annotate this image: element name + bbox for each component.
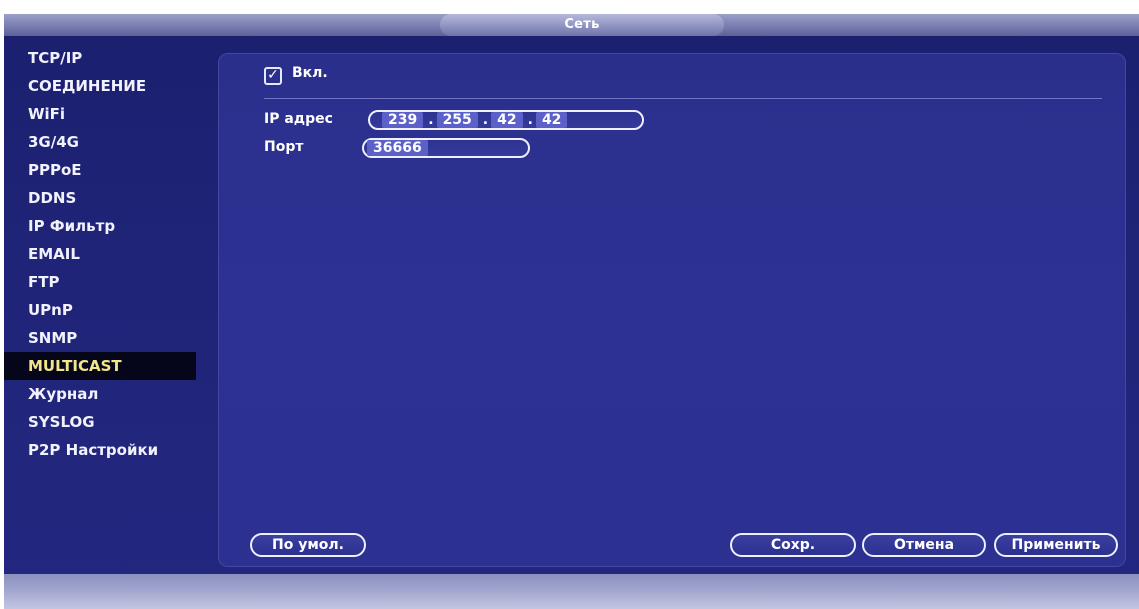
ip-separator: .	[482, 112, 489, 128]
ip-address-input[interactable]: 239. 255. 42. 42	[368, 110, 644, 130]
sidebar-item-ip-filter[interactable]: IP Фильтр	[4, 212, 196, 240]
enable-checkbox[interactable]: ✓	[264, 67, 282, 85]
multicast-settings-panel: ✓ Вкл. IP адрес 239. 255. 42. 42 Порт 36666…	[218, 53, 1126, 567]
apply-button[interactable]: Применить	[994, 533, 1118, 557]
sidebar-menu: TCP/IP СОЕДИНЕНИЕ WiFi 3G/4G PPPoE DDNS …	[4, 44, 200, 564]
sidebar-item-upnp[interactable]: UPnP	[4, 296, 196, 324]
sidebar-item-wifi[interactable]: WiFi	[4, 100, 196, 128]
bottom-bar	[4, 574, 1139, 609]
enable-label: Вкл.	[292, 65, 328, 81]
port-label: Порт	[264, 139, 304, 155]
divider	[264, 98, 1102, 99]
sidebar-item-ftp[interactable]: FTP	[4, 268, 196, 296]
sidebar-item-tcpip[interactable]: TCP/IP	[4, 44, 196, 72]
title-bar: Сеть	[4, 14, 1139, 36]
sidebar-item-pppoe[interactable]: PPPoE	[4, 156, 196, 184]
ip-address-label: IP адрес	[264, 111, 333, 127]
ip-separator: .	[428, 112, 434, 128]
port-value: 36666	[367, 140, 428, 156]
sidebar-item-syslog[interactable]: SYSLOG	[4, 408, 196, 436]
network-settings-window: Сеть TCP/IP СОЕДИНЕНИЕ WiFi 3G/4G PPPoE …	[4, 14, 1139, 609]
ip-octet-1[interactable]: 239	[382, 112, 424, 128]
sidebar-item-connection[interactable]: СОЕДИНЕНИЕ	[4, 72, 196, 100]
sidebar-item-email[interactable]: EMAIL	[4, 240, 196, 268]
sidebar-item-multicast[interactable]: MULTICAST	[4, 352, 196, 380]
sidebar-item-ddns[interactable]: DDNS	[4, 184, 196, 212]
save-button[interactable]: Сохр.	[730, 533, 856, 557]
sidebar-item-p2p-settings[interactable]: P2P Настройки	[4, 436, 196, 464]
default-button[interactable]: По умол.	[250, 533, 366, 557]
sidebar-item-snmp[interactable]: SNMP	[4, 324, 196, 352]
check-mark-icon: ✓	[267, 67, 279, 83]
sidebar-item-3g4g[interactable]: 3G/4G	[4, 128, 196, 156]
port-input[interactable]: 36666	[362, 138, 530, 158]
ip-octet-2[interactable]: 255	[436, 112, 478, 128]
ip-octet-4[interactable]: 42	[535, 112, 568, 128]
cancel-button[interactable]: Отмена	[862, 533, 986, 557]
ip-octet-3[interactable]: 42	[491, 112, 523, 128]
top-strip	[0, 0, 1139, 14]
ip-separator: .	[527, 112, 533, 128]
window-title: Сеть	[440, 14, 724, 36]
sidebar-item-log[interactable]: Журнал	[4, 380, 196, 408]
